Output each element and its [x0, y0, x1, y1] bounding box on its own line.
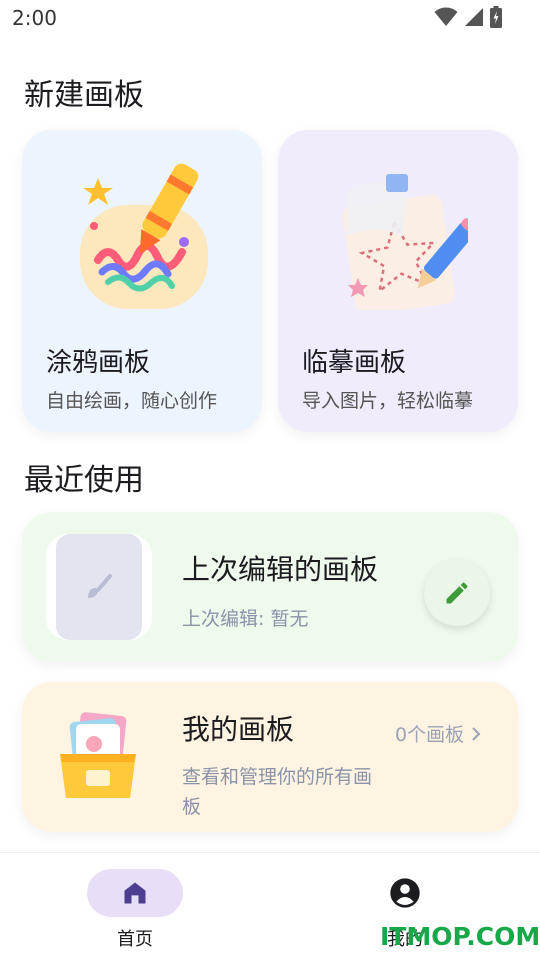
new-board-heading: 新建画板 [24, 78, 144, 113]
last-edited-title: 上次编辑的画板 [182, 553, 379, 586]
tracing-illustration-icon [342, 174, 468, 310]
cellular-signal-icon [465, 8, 483, 26]
board-thumbnail [46, 534, 152, 640]
chevron-right-icon [472, 726, 481, 741]
status-time: 2:00 [12, 6, 57, 30]
doodle-board-card[interactable]: 涂鸦画板 自由绘画，随心创作 [22, 130, 262, 432]
edit-board-button[interactable] [424, 560, 490, 626]
account-circle-icon [390, 878, 420, 908]
tracing-board-card[interactable]: 临摹画板 导入图片，轻松临摹 [278, 130, 518, 432]
tracing-board-title: 临摹画板 [302, 348, 407, 378]
last-edited-subtitle: 上次编辑: 暂无 [182, 608, 309, 630]
tracing-board-subtitle: 导入图片，轻松临摹 [302, 390, 474, 412]
status-bar: 2:00 [0, 0, 540, 38]
nav-home[interactable]: 首页 [0, 853, 270, 961]
last-edited-board-card[interactable]: 上次编辑的画板 上次编辑: 暂无 [22, 512, 518, 662]
my-boards-title: 我的画板 [182, 713, 295, 746]
watermark: ITMOP.COM [380, 922, 540, 951]
brush-placeholder-icon [88, 574, 112, 598]
my-boards-subtitle: 查看和管理你的所有画板 [182, 766, 373, 818]
battery-icon [490, 6, 502, 28]
recent-heading: 最近使用 [24, 463, 144, 498]
nav-profile-indicator [357, 869, 453, 917]
nav-home-label: 首页 [117, 929, 153, 950]
board-count-link[interactable]: 0个画板 [395, 720, 482, 747]
my-boards-card[interactable]: 我的画板 查看和管理你的所有画板 0个画板 [22, 682, 518, 832]
pencil-icon [446, 582, 468, 604]
wifi-icon [434, 7, 458, 26]
status-icons [434, 6, 502, 28]
board-count-label: 0个画板 [395, 724, 465, 746]
doodle-board-title: 涂鸦画板 [46, 348, 151, 378]
doodle-illustration-icon [80, 163, 208, 309]
doodle-board-subtitle: 自由绘画，随心创作 [46, 390, 218, 412]
nav-home-indicator [87, 869, 183, 917]
home-icon [124, 882, 146, 904]
folder-icon [60, 712, 136, 798]
